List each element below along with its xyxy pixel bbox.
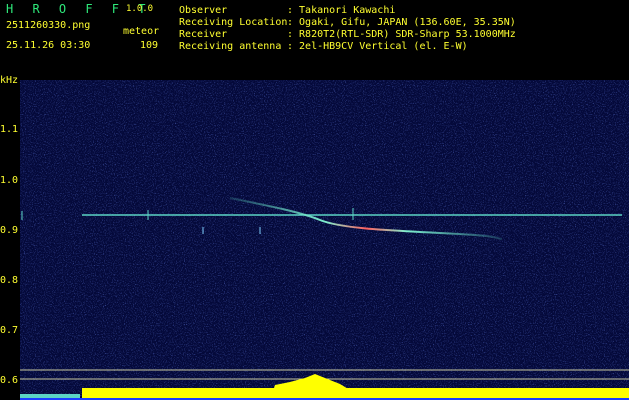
receiver-label: Receiver	[179, 29, 228, 40]
app-version: 1.0.0	[126, 4, 154, 14]
observer-value: : Takanori Kawachi	[287, 5, 396, 16]
meteor-count: 109	[140, 40, 159, 51]
location-label: Receiving Location	[179, 17, 288, 28]
spectrogram	[20, 80, 629, 400]
hrofft-window: H R O F F T 1.0.0 2511260330.png 25.11.2…	[0, 0, 629, 400]
y-unit-label: kHz	[0, 75, 19, 86]
antenna-value: : 2el-HB9CV Vertical (el. E-W)	[287, 41, 468, 52]
y-tick-label: 0.9	[0, 225, 19, 236]
y-tick-label: 1.0	[0, 175, 19, 186]
file-name: 2511260330.png	[6, 20, 91, 31]
y-tick-label: 0.7	[0, 325, 19, 336]
y-tick-label: 1.1	[0, 124, 19, 135]
file-datetime: 25.11.26 03:30	[6, 40, 91, 51]
location-value: : Ogaki, Gifu, JAPAN (136.60E, 35.35N)	[287, 17, 516, 28]
receiver-value: : R820T2(RTL-SDR) SDR-Sharp 53.1000MHz	[287, 29, 516, 40]
meteor-label: meteor	[123, 26, 160, 37]
y-tick-label: 0.8	[0, 275, 19, 286]
y-tick-label: 0.6	[0, 375, 19, 386]
observer-label: Observer	[179, 5, 228, 16]
background-noise	[20, 80, 629, 400]
antenna-label: Receiving antenna	[179, 41, 282, 52]
